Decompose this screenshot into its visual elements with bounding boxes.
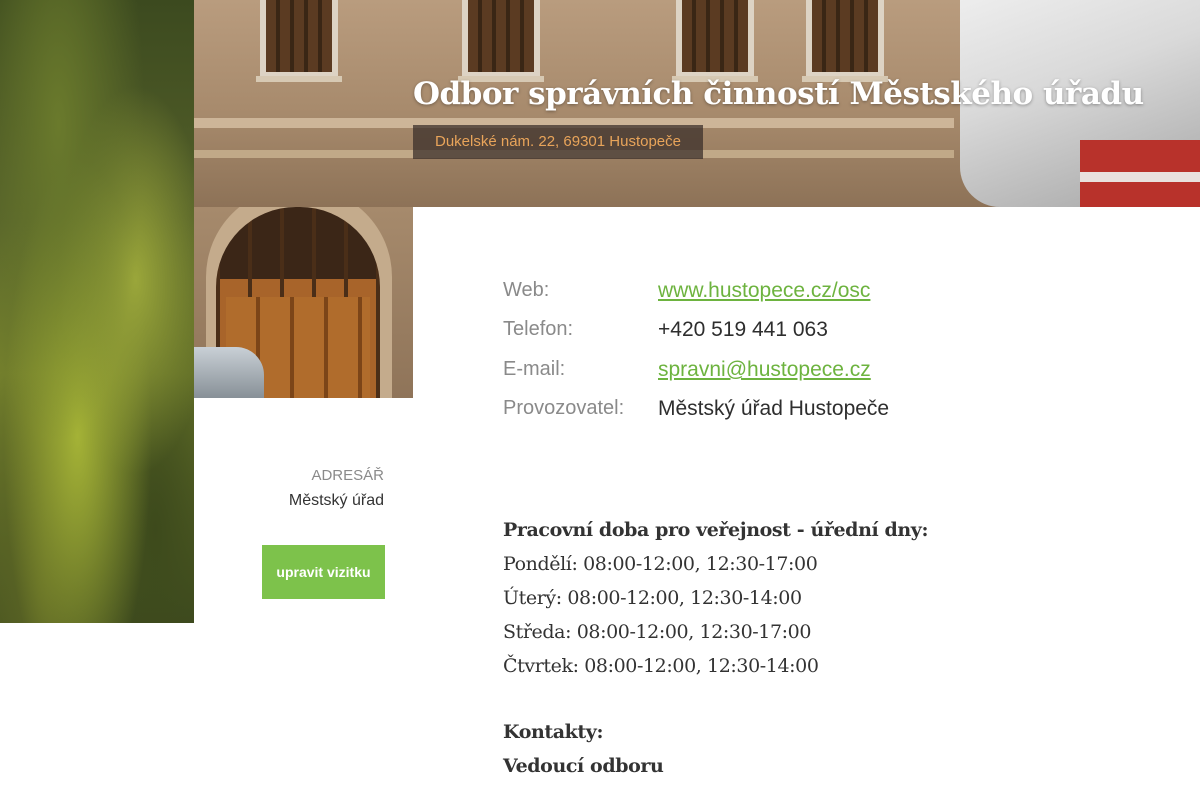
office-hours-line: Čtvrtek: 08:00-12:00, 12:30-14:00 xyxy=(503,655,819,677)
operator-label: Provozovatel: xyxy=(503,397,625,419)
address-badge: Dukelské nám. 22, 69301 Hustopeče xyxy=(413,125,703,159)
building-window xyxy=(672,0,758,82)
building-window xyxy=(802,0,888,82)
contacts-section: Kontakty: Vedoucí odboru xyxy=(503,715,664,783)
office-hours-heading: Pracovní doba pro veřejnost - úřední dny… xyxy=(503,519,929,541)
office-hours-line: Pondělí: 08:00-12:00, 12:30-17:00 xyxy=(503,553,818,575)
web-label: Web: xyxy=(503,279,550,301)
foliage-background xyxy=(0,0,194,623)
department-head-heading: Vedoucí odboru xyxy=(503,755,664,777)
contacts-heading: Kontakty: xyxy=(503,721,604,743)
office-hours-line: Úterý: 08:00-12:00, 12:30-14:00 xyxy=(503,587,802,609)
email-link[interactable]: spravni@hustopece.cz xyxy=(658,358,871,382)
page-title: Odbor správních činností Městského úřadu xyxy=(413,76,1144,112)
web-link[interactable]: www.hustopece.cz/osc xyxy=(658,279,870,303)
phone-label: Telefon: xyxy=(503,318,574,340)
office-hours: Pracovní doba pro veřejnost - úřední dny… xyxy=(503,513,928,683)
operator-value: Městský úřad Hustopeče xyxy=(658,397,890,420)
email-label: E-mail: xyxy=(503,358,566,380)
building-window xyxy=(458,0,544,82)
edit-card-button[interactable]: upravit vizitku xyxy=(262,545,385,599)
decorative-red-band xyxy=(1080,140,1200,207)
directory-label: ADRESÁŘ xyxy=(311,467,384,484)
parked-car xyxy=(194,347,264,398)
directory-category-link[interactable]: Městský úřad xyxy=(289,492,384,510)
phone-value: +420 519 441 063 xyxy=(658,318,828,341)
building-window xyxy=(256,0,342,82)
office-hours-line: Středa: 08:00-12:00, 12:30-17:00 xyxy=(503,621,812,643)
building-door-photo xyxy=(194,207,413,398)
